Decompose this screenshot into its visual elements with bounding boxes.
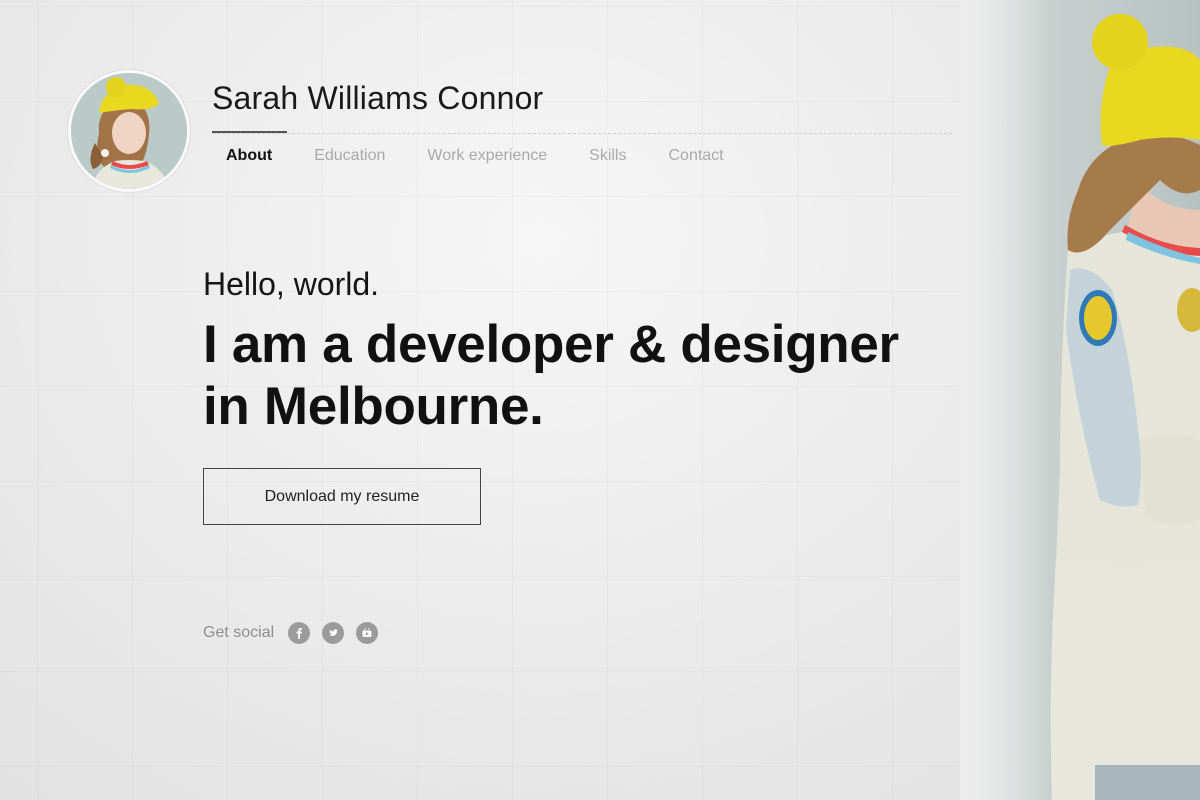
download-resume-button[interactable]: Download my resume (203, 468, 481, 525)
main-nav: About Education Work experience Skills C… (226, 147, 766, 165)
facebook-icon[interactable] (288, 622, 311, 644)
nav-item-skills[interactable]: Skills (589, 147, 626, 165)
hero-greeting: Hello, world. (203, 266, 380, 302)
site-title: Sarah Williams Connor (212, 80, 544, 116)
nav-item-contact[interactable]: Contact (668, 147, 723, 165)
twitter-icon[interactable] (322, 622, 345, 644)
avatar (71, 73, 187, 189)
nav-item-about[interactable]: About (226, 147, 272, 165)
social-label: Get social (203, 624, 275, 641)
page: Sarah Williams Connor About Education Wo… (0, 0, 1200, 800)
youtube-icon[interactable] (356, 622, 379, 644)
hero-headline-line1: I am a developer & designer (203, 315, 899, 374)
nav-item-work-experience[interactable]: Work experience (427, 147, 547, 165)
hero-headline: I am a developer & designer in Melbourne… (203, 314, 963, 438)
hero-headline-line2: in Melbourne. (203, 377, 544, 436)
nav-divider (212, 133, 952, 134)
social-links: Get social (203, 622, 390, 644)
hero-photo (960, 0, 1200, 800)
nav-active-indicator (212, 131, 287, 133)
nav-item-education[interactable]: Education (314, 147, 385, 165)
